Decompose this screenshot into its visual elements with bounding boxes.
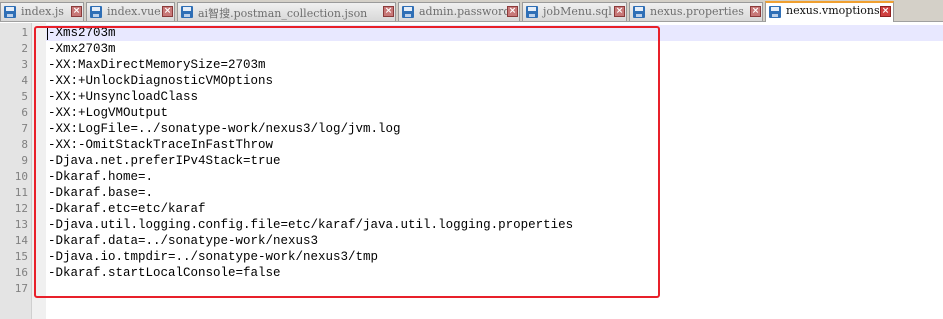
- tab-label: index.vue: [107, 5, 161, 18]
- tab-postman-collection[interactable]: ai智搜.postman_collection.json ×: [177, 2, 396, 21]
- line-number: 10: [14, 170, 28, 183]
- close-icon[interactable]: ×: [507, 6, 518, 17]
- tab-label: jobMenu.sql: [543, 5, 612, 18]
- close-icon[interactable]: ×: [614, 6, 625, 17]
- notepad-editor-window: index.js × index.vue × ai智搜.postman_coll…: [0, 0, 943, 319]
- save-icon: [402, 6, 414, 18]
- tab-nexus-vmoptions[interactable]: nexus.vmoptions ×: [765, 1, 894, 22]
- save-icon: [90, 6, 102, 18]
- line-number-gutter: 1 2 3 4 5 6 7 8 9 10 11 12 13 14 15 16 1…: [0, 23, 32, 319]
- line-number: 15: [14, 250, 28, 263]
- line-number: 9: [21, 154, 28, 167]
- line-number: 5: [21, 90, 28, 103]
- save-icon: [769, 6, 781, 18]
- tab-admin-password[interactable]: admin.password ×: [398, 2, 520, 21]
- save-icon: [633, 6, 645, 18]
- line-number: 6: [21, 106, 28, 119]
- close-icon[interactable]: ×: [880, 6, 891, 17]
- line-number: 14: [14, 234, 28, 247]
- tab-label: nexus.vmoptions: [786, 4, 880, 17]
- line-number: 12: [14, 202, 28, 215]
- save-icon: [526, 6, 538, 18]
- close-icon[interactable]: ×: [383, 6, 394, 17]
- line-number: 1: [21, 26, 28, 39]
- save-icon: [4, 6, 16, 18]
- tab-label: admin.password: [419, 5, 511, 18]
- tab-index-js[interactable]: index.js ×: [0, 2, 84, 21]
- tab-label: index.js: [21, 5, 64, 18]
- close-icon[interactable]: ×: [71, 6, 82, 17]
- line-number: 4: [21, 74, 28, 87]
- line-number: 17: [14, 282, 28, 295]
- tab-bar: index.js × index.vue × ai智搜.postman_coll…: [0, 0, 943, 22]
- red-highlight-annotation: [34, 26, 660, 298]
- text-editor[interactable]: 1 2 3 4 5 6 7 8 9 10 11 12 13 14 15 16 1…: [0, 23, 943, 319]
- close-icon[interactable]: ×: [162, 6, 173, 17]
- tab-label: nexus.properties: [650, 5, 744, 18]
- line-number: 3: [21, 58, 28, 71]
- line-number: 8: [21, 138, 28, 151]
- line-number: 2: [21, 42, 28, 55]
- line-number: 16: [14, 266, 28, 279]
- tab-index-vue[interactable]: index.vue ×: [86, 2, 175, 21]
- line-number: 13: [14, 218, 28, 231]
- line-number: 7: [21, 122, 28, 135]
- close-icon[interactable]: ×: [750, 6, 761, 17]
- line-number: 11: [14, 186, 28, 199]
- tab-jobmenu-sql[interactable]: jobMenu.sql ×: [522, 2, 627, 21]
- save-icon: [181, 6, 193, 18]
- tab-label: ai智搜.postman_collection.json: [198, 7, 368, 20]
- tab-nexus-properties[interactable]: nexus.properties ×: [629, 2, 763, 21]
